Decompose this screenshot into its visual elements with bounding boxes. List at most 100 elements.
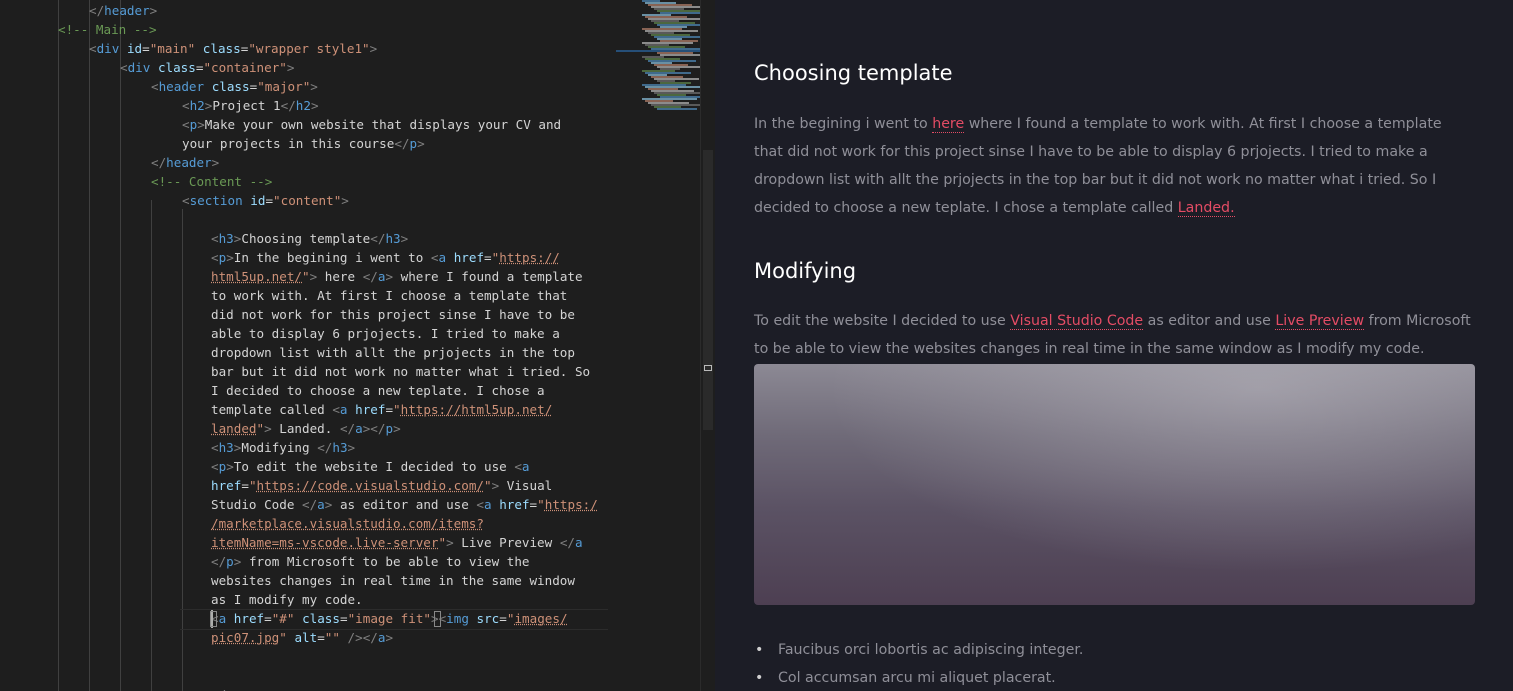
code-line[interactable]: <!-- Content --> bbox=[151, 172, 272, 191]
code-line[interactable]: <h3>Modifying </h3> bbox=[211, 438, 355, 457]
code-token-tag: < bbox=[211, 440, 219, 455]
live-preview-pane[interactable]: Choosing template In the begining i went… bbox=[715, 0, 1513, 691]
code-line[interactable]: <a href="#" class="image fit"><img src="… bbox=[211, 609, 568, 628]
code-token-tag: /> bbox=[339, 630, 363, 645]
code-line[interactable]: as I modify my code. bbox=[211, 590, 363, 609]
code-token-val: "" bbox=[324, 630, 340, 645]
code-line[interactable]: able to display 6 prjojects. I tried to … bbox=[211, 324, 560, 343]
code-token-text: = bbox=[529, 497, 538, 512]
code-line[interactable]: pic07.jpg" alt="" /></a> bbox=[211, 628, 393, 647]
code-line[interactable]: </ bbox=[211, 685, 226, 691]
code-token-cmt: <!-- Content --> bbox=[151, 174, 273, 189]
code-token-name: img bbox=[446, 611, 469, 626]
code-editor[interactable]: </header> <!-- Main --> <div id="main" cla… bbox=[0, 0, 700, 691]
code-line[interactable]: landed"> Landed. </a></p> bbox=[211, 419, 401, 438]
code-token-text: from Microsoft to be able to view the bbox=[241, 554, 530, 569]
code-line[interactable]: did not work for this project sinse I ha… bbox=[211, 305, 575, 324]
code-token-tag: > bbox=[211, 155, 220, 170]
link-landed[interactable]: Landed. bbox=[1177, 200, 1235, 217]
code-line[interactable]: <div id="main" class="wrapper style1"> bbox=[89, 39, 377, 58]
minimap-line bbox=[660, 54, 700, 56]
code-token-attr: href bbox=[211, 478, 242, 493]
code-token-tag: > bbox=[385, 269, 394, 284]
code-line[interactable]: template called <a href="https://html5up… bbox=[211, 400, 552, 419]
code-token-text: = bbox=[499, 611, 507, 626]
code-token-tag: > bbox=[149, 3, 158, 18]
bracket-match-highlight bbox=[210, 611, 217, 627]
code-token-tag: > bbox=[446, 535, 454, 550]
code-line[interactable]: <h3>Choosing template</h3> bbox=[211, 229, 408, 248]
code-token-tag: > bbox=[385, 630, 394, 645]
link-live-preview[interactable]: Live Preview bbox=[1275, 313, 1365, 330]
minimap[interactable] bbox=[614, 0, 700, 120]
code-token-text: bar but it did not work no matter what i… bbox=[211, 364, 591, 379]
scrollbar-thumb[interactable] bbox=[703, 150, 713, 430]
code-line[interactable]: <header class="major"> bbox=[151, 77, 318, 96]
code-line[interactable]: <div class="container"> bbox=[120, 58, 294, 77]
indent-guide bbox=[58, 0, 59, 691]
code-line[interactable]: </p> from Microsoft to be able to view t… bbox=[211, 552, 529, 571]
code-line[interactable]: </header> bbox=[89, 1, 157, 20]
code-token-text: dropdown list with allt the prjojects in… bbox=[211, 345, 575, 360]
code-line[interactable]: to work with. At first I choose a templa… bbox=[211, 286, 567, 305]
link-visual-studio-code[interactable]: Visual Studio Code bbox=[1010, 313, 1144, 330]
code-line[interactable]: <section id="content"> bbox=[182, 191, 349, 210]
code-line[interactable]: I decided to choose a new teplate. I cho… bbox=[211, 381, 545, 400]
code-token-val: " bbox=[484, 478, 492, 493]
code-line[interactable]: html5up.net/"> here </a> where I found a… bbox=[211, 267, 583, 286]
code-line[interactable]: your projects in this course</p> bbox=[182, 134, 425, 153]
code-token-tag: < bbox=[430, 250, 439, 265]
code-line[interactable]: href="https://code.visualstudio.com/"> V… bbox=[211, 476, 552, 495]
code-token-tag: / bbox=[219, 687, 227, 691]
indent-guide bbox=[89, 0, 90, 691]
link-here[interactable]: here bbox=[932, 116, 965, 133]
paragraph-modifying: To edit the website I decided to use Vis… bbox=[754, 307, 1474, 363]
code-token-text: = bbox=[484, 250, 492, 265]
code-token-val: "content" bbox=[273, 193, 342, 208]
code-token-tag: </ bbox=[559, 535, 575, 550]
code-token-val: " bbox=[256, 421, 265, 436]
code-line[interactable]: /marketplace.visualstudio.com/items? bbox=[211, 514, 484, 533]
code-token-text: Project 1 bbox=[212, 98, 281, 113]
code-token-text: where I found a template bbox=[393, 269, 583, 284]
code-token-text: able to display 6 prjojects. I tried to … bbox=[211, 326, 560, 341]
code-line[interactable]: <h2>Project 1</h2> bbox=[182, 96, 319, 115]
code-token-tag: > bbox=[310, 79, 318, 94]
code-token-attr: href bbox=[355, 402, 386, 417]
code-line[interactable]: <p>Make your own website that displays y… bbox=[182, 115, 561, 134]
code-line[interactable]: bar but it did not work no matter what i… bbox=[211, 362, 590, 381]
code-token-text: as editor and use bbox=[332, 497, 477, 512]
code-line[interactable]: itemName=ms-vscode.live-server"> Live Pr… bbox=[211, 533, 583, 552]
code-token-val: "image fit" bbox=[347, 611, 431, 626]
code-token-name: a bbox=[355, 421, 363, 436]
code-line[interactable]: Studio Code </a> as editor and use <a hr… bbox=[211, 495, 598, 514]
code-line[interactable]: <!-- Main --> bbox=[58, 20, 157, 39]
code-token-tag: < bbox=[89, 41, 97, 56]
code-token-val: " bbox=[393, 402, 401, 417]
code-line[interactable]: dropdown list with allt the prjojects in… bbox=[211, 343, 575, 362]
code-token-text: Visual bbox=[499, 478, 553, 493]
code-token-url: images/ bbox=[514, 611, 568, 626]
code-line[interactable]: <p>To edit the website I decided to use … bbox=[211, 457, 530, 476]
code-token-name: header bbox=[166, 155, 212, 170]
code-token-tag: </ bbox=[362, 630, 378, 645]
code-token-name: h2 bbox=[295, 98, 311, 113]
code-token-text: template called bbox=[211, 402, 333, 417]
code-token-tag: > bbox=[264, 421, 272, 436]
code-token-text: In the begining i went to bbox=[233, 250, 431, 265]
code-token-val: " bbox=[438, 535, 447, 550]
code-token-val: " bbox=[537, 497, 545, 512]
indent-guide bbox=[120, 0, 121, 691]
code-token-tag: > bbox=[286, 60, 295, 75]
editor-scrollbar[interactable] bbox=[700, 0, 715, 691]
code-line[interactable]: websites changes in real time in the sam… bbox=[211, 571, 575, 590]
code-line[interactable]: <p>In the begining i went to <a href="ht… bbox=[211, 248, 560, 267]
image-fit-pic07[interactable] bbox=[754, 364, 1475, 605]
code-line[interactable]: </header> bbox=[151, 153, 219, 172]
code-token-tag: </ bbox=[362, 269, 378, 284]
